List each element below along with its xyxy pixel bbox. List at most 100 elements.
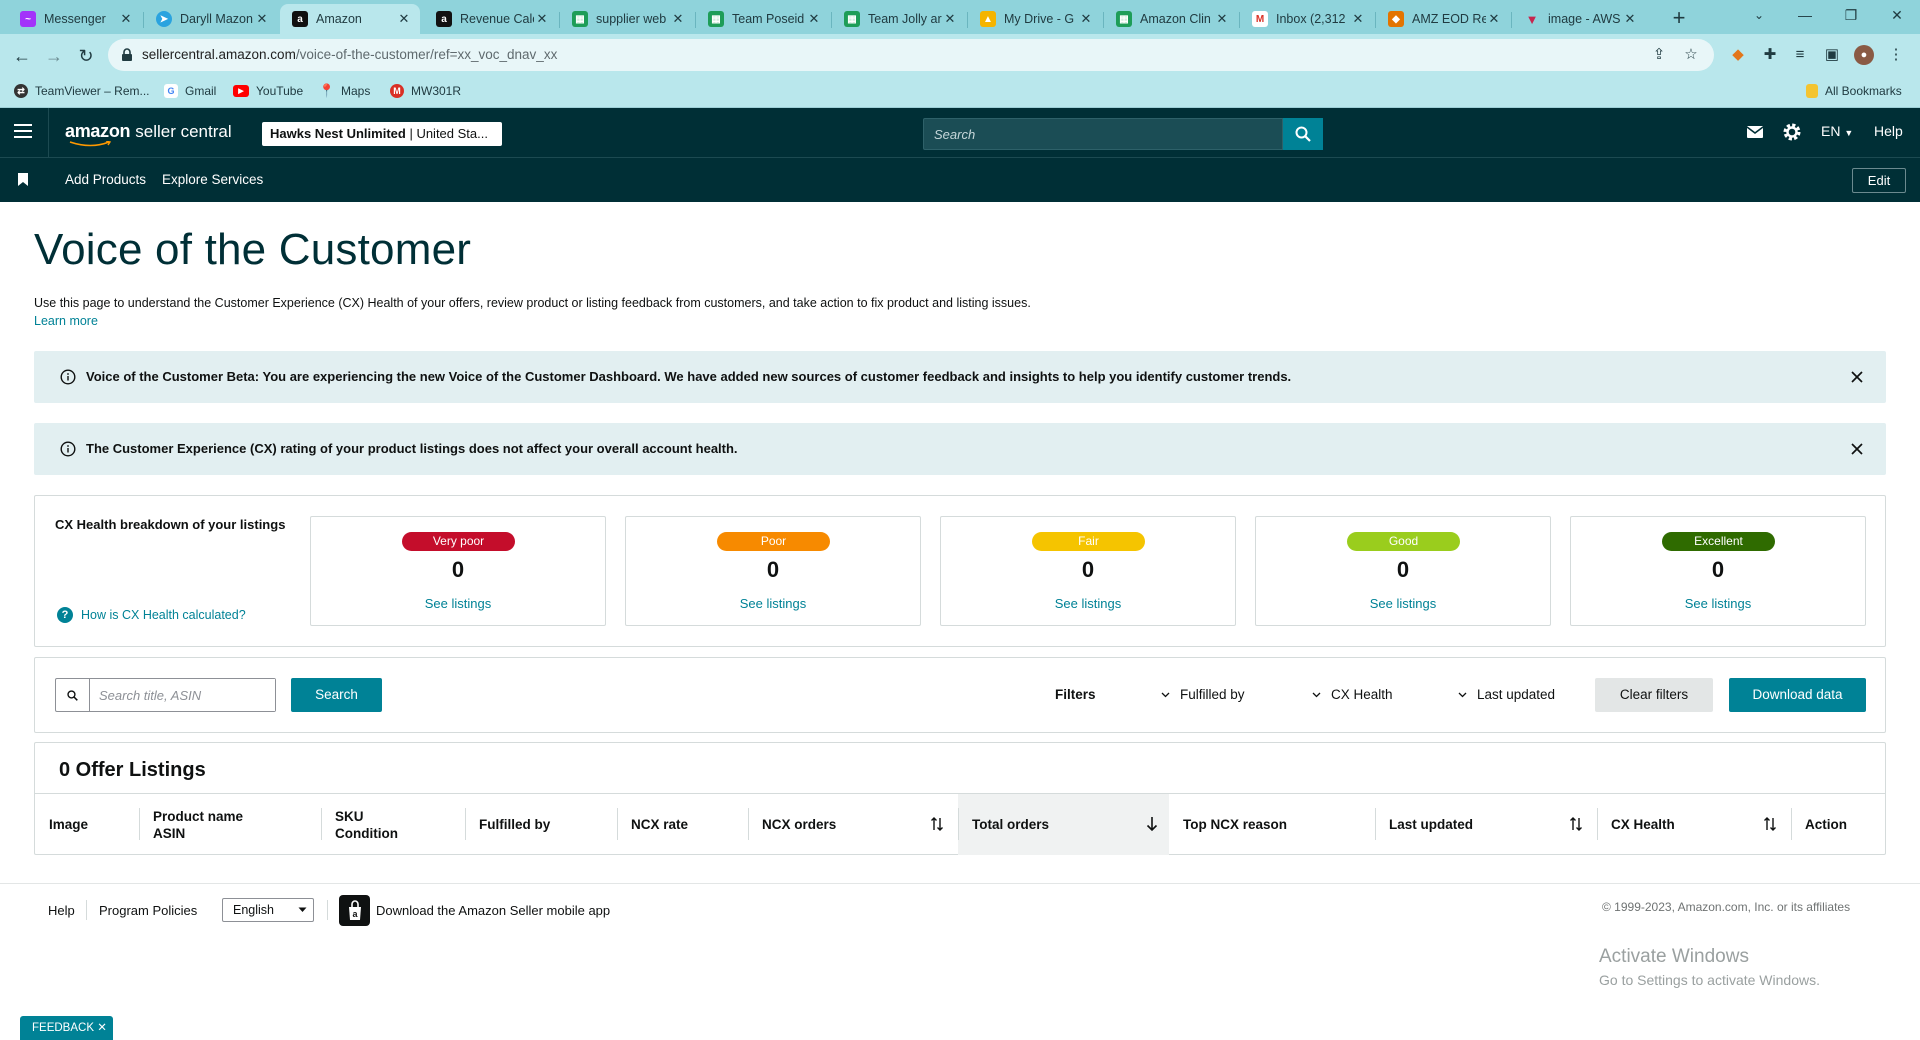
learn-more-link[interactable]: Learn more (34, 314, 98, 328)
last-updated-dropdown[interactable]: Last updated (1458, 687, 1555, 702)
arrow-down-icon[interactable] (1145, 816, 1159, 832)
extensions-icon[interactable]: ✚ (1760, 45, 1780, 65)
back-icon[interactable]: ← (8, 42, 36, 70)
footer-help-link[interactable]: Help (48, 903, 75, 918)
account-switcher[interactable]: Hawks Nest Unlimited | United Sta... (262, 122, 502, 146)
add-products-link[interactable]: Add Products (65, 172, 146, 187)
tab-image-aws[interactable]: ▼ image - AWS ✕ (1512, 4, 1646, 34)
sort-icon[interactable] (1569, 816, 1583, 832)
header-search-input[interactable] (924, 119, 1282, 149)
settings-gear-icon[interactable] (1782, 122, 1802, 142)
language-selector[interactable]: EN ▼ (1821, 123, 1853, 139)
edit-nav-button[interactable]: Edit (1852, 168, 1906, 193)
see-listings-link[interactable]: See listings (1571, 596, 1865, 611)
star-icon[interactable]: ☆ (1682, 46, 1700, 64)
metamask-icon[interactable]: ◆ (1728, 45, 1748, 65)
see-listings-link[interactable]: See listings (626, 596, 920, 611)
bookmark-mw301r[interactable]: M MW301R (390, 84, 461, 98)
all-bookmarks[interactable]: All Bookmarks (1806, 84, 1902, 98)
bookmark-youtube[interactable]: ▶ YouTube (233, 84, 303, 98)
cx-health-help-link[interactable]: ? How is CX Health calculated? (57, 607, 246, 623)
reload-icon[interactable]: ↻ (72, 42, 100, 70)
tab-inbox[interactable]: M Inbox (2,312 ✕ (1240, 4, 1374, 34)
reading-list-icon[interactable]: ≡ (1790, 45, 1810, 65)
close-icon[interactable]: ✕ (942, 11, 958, 27)
mail-icon[interactable] (1745, 122, 1765, 142)
search-button[interactable]: Search (291, 678, 382, 712)
tab-search-icon[interactable]: ⌄ (1736, 0, 1782, 30)
tab-team-poseidon[interactable]: ▦ Team Poseid ✕ (696, 4, 830, 34)
close-icon[interactable]: ✕ (254, 11, 270, 27)
windows-activation-watermark: Activate Windows Go to Settings to activ… (1599, 946, 1820, 988)
col-fulfilled-by[interactable]: Fulfilled by (465, 794, 617, 855)
minimize-button[interactable]: — (1782, 0, 1828, 30)
tab-my-drive[interactable]: ▲ My Drive - G ✕ (968, 4, 1102, 34)
tab-amz-eod[interactable]: ◆ AMZ EOD Re ✕ (1376, 4, 1510, 34)
tab-revenue-calc[interactable]: a Revenue Calc ✕ (424, 4, 558, 34)
bookmark-icon[interactable] (18, 173, 28, 186)
maximize-button[interactable]: ❐ (1828, 0, 1874, 30)
see-listings-link[interactable]: See listings (1256, 596, 1550, 611)
table-header: Image Product name ASIN SKU Condition Fulf… (35, 793, 1885, 855)
feedback-tab[interactable]: FEEDBACK ✕ (20, 1016, 113, 1040)
close-icon[interactable]: ✕ (118, 11, 134, 27)
col-ncx-rate[interactable]: NCX rate (617, 794, 748, 855)
col-sku[interactable]: SKU Condition (321, 794, 465, 855)
col-product-name[interactable]: Product name ASIN (139, 794, 321, 855)
col-cx-health[interactable]: CX Health (1597, 794, 1791, 855)
tab-amazon-clinic[interactable]: ▦ Amazon Clin ✕ (1104, 4, 1238, 34)
side-panel-icon[interactable]: ▣ (1822, 45, 1842, 65)
amazon-seller-app-icon[interactable]: a (339, 895, 370, 926)
forward-icon[interactable]: → (40, 42, 68, 70)
col-top-ncx-reason[interactable]: Top NCX reason (1169, 794, 1375, 855)
download-data-button[interactable]: Download data (1729, 678, 1866, 712)
see-listings-link[interactable]: See listings (311, 596, 605, 611)
explore-services-link[interactable]: Explore Services (162, 172, 263, 187)
close-icon[interactable] (1850, 370, 1864, 384)
close-icon[interactable]: ✕ (1486, 11, 1502, 27)
tab-team-jolly[interactable]: ▦ Team Jolly ar ✕ (832, 4, 966, 34)
bookmark-maps[interactable]: 📍 Maps (319, 83, 370, 98)
footer-language-select[interactable]: English (222, 898, 314, 922)
bookmark-gmail[interactable]: G Gmail (164, 84, 216, 98)
tab-messenger[interactable]: ~ Messenger ✕ (8, 4, 142, 34)
help-link[interactable]: Help (1874, 123, 1903, 139)
col-last-updated[interactable]: Last updated (1375, 794, 1597, 855)
bookmark-teamviewer[interactable]: ⇄ TeamViewer – Rem... (14, 84, 150, 98)
close-icon[interactable]: ✕ (1078, 11, 1094, 27)
listing-search-input[interactable] (91, 679, 275, 711)
col-total-orders[interactable]: Total orders (958, 794, 1169, 855)
tab-supplier-web[interactable]: ▦ supplier web ✕ (560, 4, 694, 34)
close-icon[interactable]: ✕ (396, 11, 412, 27)
program-policies-link[interactable]: Program Policies (99, 903, 197, 918)
see-listings-link[interactable]: See listings (941, 596, 1235, 611)
close-icon[interactable]: ✕ (534, 11, 550, 27)
sort-icon[interactable] (1763, 816, 1777, 832)
tab-amazon[interactable]: a Amazon ✕ (280, 4, 420, 34)
tab-daryll-mazon[interactable]: ➤ Daryll Mazon ✕ (144, 4, 278, 34)
chevron-down-icon (1161, 692, 1170, 697)
address-bar[interactable]: sellercentral.amazon.com/voice-of-the-cu… (108, 39, 1714, 71)
close-icon[interactable]: ✕ (670, 11, 686, 27)
cx-health-dropdown[interactable]: CX Health (1312, 687, 1393, 702)
close-window-button[interactable]: ✕ (1874, 0, 1920, 30)
header-search-button[interactable] (1283, 118, 1323, 150)
new-tab-button[interactable]: + (1665, 5, 1693, 33)
col-ncx-orders[interactable]: NCX orders (748, 794, 958, 855)
seller-central-logo[interactable]: amazon seller central (65, 121, 232, 147)
download-app-link[interactable]: Download the Amazon Seller mobile app (376, 903, 610, 918)
clear-filters-button[interactable]: Clear filters (1595, 678, 1713, 712)
close-icon[interactable]: ✕ (1350, 11, 1366, 27)
hamburger-menu-icon[interactable] (14, 124, 32, 140)
share-icon[interactable]: ⇪ (1650, 46, 1668, 64)
close-icon[interactable] (1850, 442, 1864, 456)
fulfilled-by-dropdown[interactable]: Fulfilled by (1161, 687, 1245, 702)
close-icon[interactable]: ✕ (1214, 11, 1230, 27)
lock-icon (122, 48, 132, 61)
close-icon[interactable]: ✕ (806, 11, 822, 27)
google-icon: G (164, 84, 178, 98)
menu-icon[interactable]: ⋮ (1886, 45, 1906, 65)
close-icon[interactable]: ✕ (1622, 11, 1638, 27)
profile-avatar[interactable]: ● (1854, 45, 1874, 65)
sort-icon[interactable] (930, 816, 944, 832)
